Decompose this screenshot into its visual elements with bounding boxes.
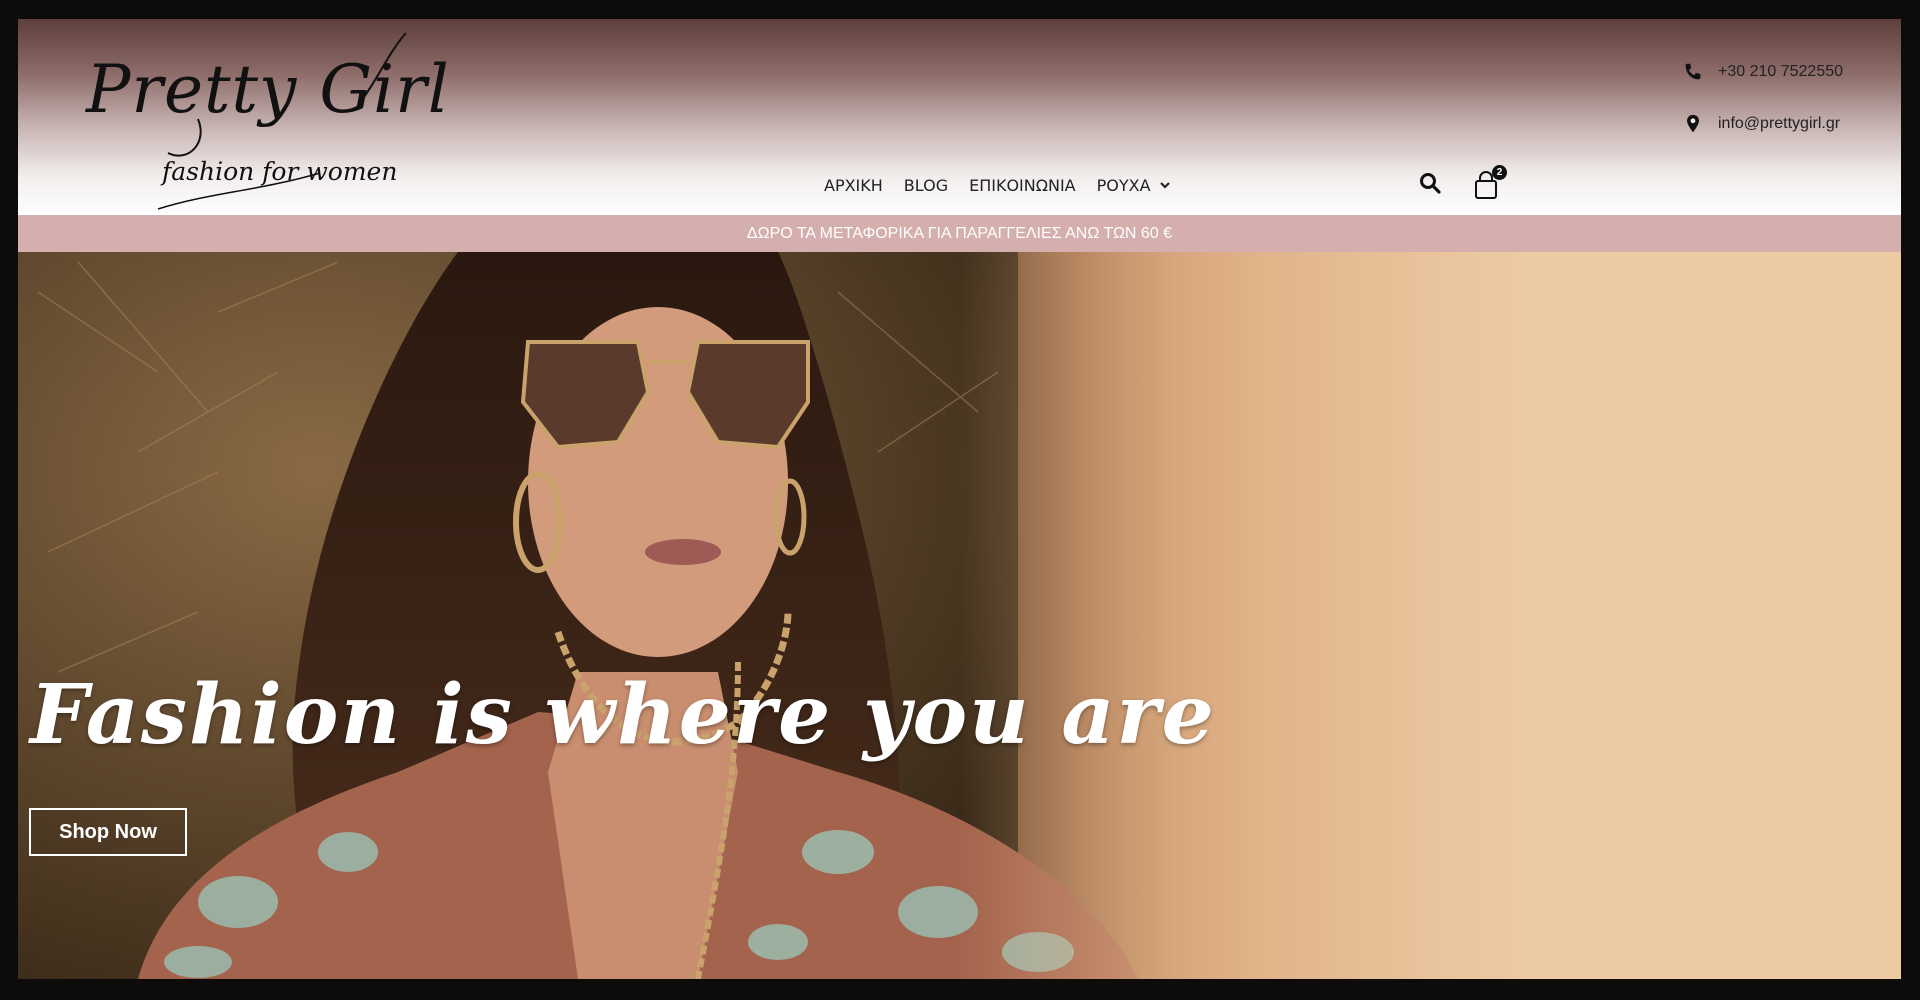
nav-item-label: ΡΟΥΧΑ: [1096, 175, 1151, 195]
cart-count-badge: 2: [1492, 165, 1507, 180]
nav-item-label: ΕΠΙΚΟΙΝΩΝΙΑ: [969, 175, 1076, 195]
brand-tagline: fashion for women: [162, 157, 398, 186]
page-frame: Pretty Girl fashion for women ΑΡΧΙΚΗ BLO…: [18, 19, 1901, 979]
brand-title: Pretty Girl: [86, 51, 450, 128]
shop-now-button[interactable]: Shop Now: [29, 808, 187, 856]
contact-email[interactable]: info@prettygirl.gr: [1682, 113, 1840, 135]
brand-logo[interactable]: Pretty Girl fashion for women: [58, 23, 449, 213]
promo-bar: ΔΩΡΟ ΤΑ ΜΕΤΑΦΟΡΙΚΑ ΓΙΑ ΠΑΡΑΓΓΕΛΙΕΣ ΑΝΩ Τ…: [18, 215, 1901, 252]
search-button[interactable]: [1418, 171, 1442, 195]
hero-headline: Fashion is where you are: [30, 667, 1216, 763]
phone-icon: [1685, 63, 1701, 80]
nav-item-contact[interactable]: ΕΠΙΚΟΙΝΩΝΙΑ: [969, 176, 1076, 195]
main-nav: ΑΡΧΙΚΗ BLOG ΕΠΙΚΟΙΝΩΝΙΑ ΡΟΥΧΑ: [824, 171, 1192, 199]
nav-item-label: ΑΡΧΙΚΗ: [824, 175, 883, 195]
nav-item-home[interactable]: ΑΡΧΙΚΗ: [824, 176, 883, 195]
nav-item-clothes[interactable]: ΡΟΥΧΑ: [1097, 176, 1171, 195]
nav-item-label: BLOG: [903, 175, 949, 195]
map-pin-icon: [1687, 114, 1699, 133]
hero-image: [18, 252, 1901, 979]
phone-number: +30 210 7522550: [1718, 63, 1844, 80]
email-address: info@prettygirl.gr: [1718, 115, 1841, 132]
cart-button[interactable]: 2: [1474, 165, 1514, 199]
search-icon: [1420, 173, 1441, 194]
hero-banner: Fashion is where you are Shop Now: [18, 252, 1901, 979]
site-header: Pretty Girl fashion for women ΑΡΧΙΚΗ BLO…: [18, 19, 1901, 215]
chevron-down-icon: [1159, 182, 1170, 189]
nav-item-blog[interactable]: BLOG: [904, 176, 948, 195]
contact-phone[interactable]: +30 210 7522550: [1682, 61, 1843, 83]
